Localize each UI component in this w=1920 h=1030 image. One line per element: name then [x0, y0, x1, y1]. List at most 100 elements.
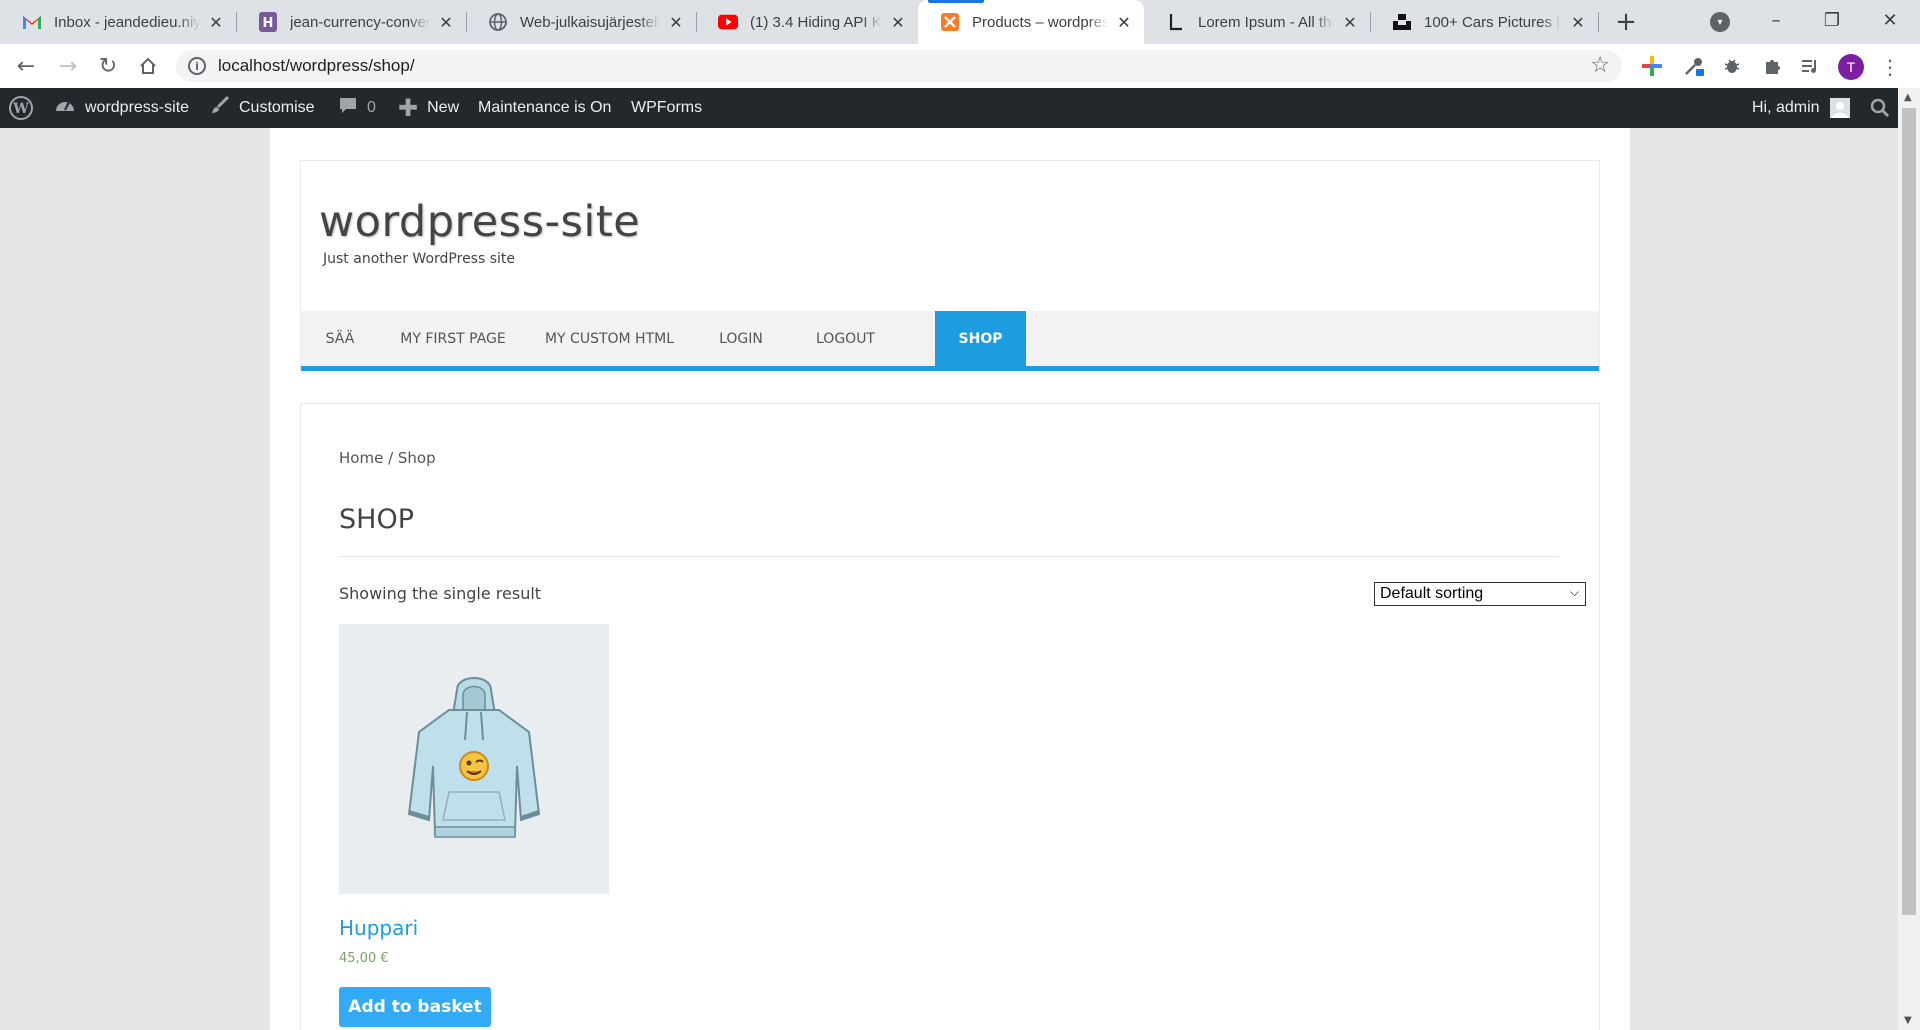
globe-icon: [488, 12, 508, 32]
wp-admin-bar: W wordpress-site Customise 0 ✚ New Maint…: [0, 88, 1898, 128]
admin-account[interactable]: Hi, admin: [1752, 88, 1850, 128]
browser-toolbar: ← → ↻ i localhost/wordpress/shop/ ☆ T ⋮: [0, 44, 1920, 88]
plus-icon: ✚: [398, 94, 419, 122]
close-icon[interactable]: ✕: [1340, 12, 1360, 32]
close-icon[interactable]: ✕: [436, 12, 456, 32]
title-divider: [339, 556, 1559, 557]
tab-title: Lorem Ipsum - All the: [1198, 13, 1334, 31]
puzzle-extensions-icon[interactable]: [1760, 54, 1784, 78]
site-header: wordpress-site Just another WordPress si…: [300, 160, 1600, 374]
heroku-icon: H: [258, 12, 278, 32]
dashboard-gauge-icon: [54, 95, 76, 121]
admin-comments[interactable]: 0: [338, 88, 376, 128]
admin-wpforms[interactable]: WPForms: [631, 88, 702, 128]
sorting-selected-value: Default sorting: [1380, 585, 1484, 602]
admin-new-label: New: [427, 99, 460, 116]
page-scrollbar[interactable]: ▲ ▼: [1898, 88, 1920, 1030]
xampp-icon: [940, 12, 960, 32]
tab-cars-pictures[interactable]: 100+ Cars Pictures | D ✕: [1370, 0, 1598, 44]
admin-new[interactable]: ✚ New: [398, 88, 459, 128]
scroll-thumb[interactable]: [1902, 108, 1916, 915]
close-icon[interactable]: ✕: [206, 12, 226, 32]
admin-wpforms-label: WPForms: [631, 99, 703, 116]
media-queue-icon[interactable]: [1798, 54, 1822, 78]
home-icon[interactable]: [134, 52, 162, 80]
admin-site-name[interactable]: wordpress-site: [54, 88, 189, 128]
page-container: wordpress-site Just another WordPress si…: [270, 128, 1630, 1030]
youtube-icon: [718, 12, 738, 32]
admin-maintenance[interactable]: Maintenance is On: [478, 88, 611, 128]
browser-menu-icon[interactable]: ⋮: [1880, 54, 1900, 80]
nav-item-my-first-page[interactable]: MY FIRST PAGE: [379, 311, 527, 366]
admin-maintenance-label: Maintenance is On: [478, 99, 612, 116]
breadcrumb[interactable]: Home / Shop: [339, 449, 436, 467]
tab-title: (1) 3.4 Hiding API Key: [750, 13, 882, 31]
window-close-icon[interactable]: ✕: [1870, 6, 1910, 34]
url-text: localhost/wordpress/shop/: [218, 56, 415, 75]
site-description: Just another WordPress site: [323, 251, 516, 267]
shop-content: Home / Shop SHOP Showing the single resu…: [300, 403, 1600, 1030]
svg-text:W: W: [12, 101, 29, 117]
admin-customise-label: Customise: [239, 99, 315, 116]
nav-item-saa[interactable]: SÄÄ: [301, 311, 379, 366]
admin-search-icon[interactable]: [1870, 88, 1890, 128]
address-bar[interactable]: i localhost/wordpress/shop/ ☆: [176, 50, 1622, 82]
product-price: 45,00 €: [339, 951, 389, 966]
gmail-icon: [22, 12, 42, 32]
page-title: SHOP: [339, 504, 414, 535]
extension-plus-icon[interactable]: [1640, 54, 1664, 78]
unsplash-icon: [1392, 12, 1412, 32]
admin-site-name-label: wordpress-site: [85, 99, 190, 116]
eyedropper-icon[interactable]: [1682, 54, 1706, 78]
tab-title: Products – wordpress-: [972, 13, 1108, 31]
sorting-select[interactable]: Default sorting ⌵: [1374, 582, 1586, 606]
scroll-up-icon[interactable]: ▲: [1904, 92, 1912, 103]
admin-customise[interactable]: Customise: [210, 88, 315, 128]
tab-title: Inbox - jeandedieu.niy: [54, 13, 200, 31]
tab-title: jean-currency-convert: [290, 13, 430, 31]
tab-products-active[interactable]: Products – wordpress- ✕: [918, 0, 1144, 44]
user-avatar-icon: [1829, 98, 1850, 118]
forward-arrow-icon[interactable]: →: [54, 52, 82, 80]
close-icon[interactable]: ✕: [1114, 12, 1134, 32]
chevron-down-icon: ⌵: [1569, 585, 1579, 599]
tab-title: Web-julkaisujärjestelm: [520, 13, 660, 31]
tab-heroku[interactable]: H jean-currency-convert ✕: [236, 0, 466, 44]
product-image[interactable]: [339, 624, 609, 894]
back-arrow-icon[interactable]: ←: [12, 52, 40, 80]
tab-separator: [1598, 12, 1599, 32]
tab-youtube[interactable]: (1) 3.4 Hiding API Key ✕: [696, 0, 918, 44]
nav-item-shop[interactable]: SHOP: [935, 311, 1026, 366]
tab-search-dropdown-icon[interactable]: ▾: [1710, 12, 1730, 32]
site-title[interactable]: wordpress-site: [319, 197, 640, 247]
main-navigation: SÄÄ MY FIRST PAGE MY CUSTOM HTML LOGIN L…: [301, 311, 1599, 371]
product-title-link[interactable]: Huppari: [339, 916, 418, 940]
svg-text:H: H: [263, 16, 274, 31]
bug-icon[interactable]: [1720, 54, 1744, 78]
site-info-icon[interactable]: i: [188, 57, 206, 75]
comment-bubble-icon: [338, 95, 358, 121]
tab-lorem-ipsum[interactable]: Lorem Ipsum - All the ✕: [1144, 0, 1370, 44]
new-tab-plus-icon[interactable]: +: [1612, 7, 1640, 37]
tab-title: 100+ Cars Pictures | D: [1424, 13, 1562, 31]
paintbrush-icon: [210, 95, 230, 121]
wordpress-logo-icon[interactable]: W: [8, 88, 34, 128]
nav-item-logout[interactable]: LOGOUT: [790, 311, 901, 366]
lorem-icon: [1166, 12, 1186, 32]
reload-icon[interactable]: ↻: [94, 52, 122, 80]
minimize-icon[interactable]: –: [1756, 6, 1796, 34]
tab-gmail[interactable]: Inbox - jeandedieu.niy ✕: [0, 0, 236, 44]
bookmark-star-icon[interactable]: ☆: [1590, 53, 1610, 78]
tab-web-julkaisu[interactable]: Web-julkaisujärjestelm ✕: [466, 0, 696, 44]
add-to-basket-button[interactable]: Add to basket: [339, 987, 491, 1027]
restore-icon[interactable]: ❐: [1812, 6, 1852, 34]
nav-item-login[interactable]: LOGIN: [692, 311, 790, 366]
close-icon[interactable]: ✕: [888, 12, 908, 32]
close-icon[interactable]: ✕: [1568, 12, 1588, 32]
browser-tab-strip: Inbox - jeandedieu.niy ✕ H jean-currency…: [0, 0, 1920, 44]
scroll-down-icon[interactable]: ▼: [1904, 1015, 1912, 1026]
profile-avatar[interactable]: T: [1838, 54, 1864, 80]
comments-count: 0: [367, 99, 376, 116]
close-icon[interactable]: ✕: [666, 12, 686, 32]
nav-item-my-custom-html[interactable]: MY CUSTOM HTML: [527, 311, 692, 366]
